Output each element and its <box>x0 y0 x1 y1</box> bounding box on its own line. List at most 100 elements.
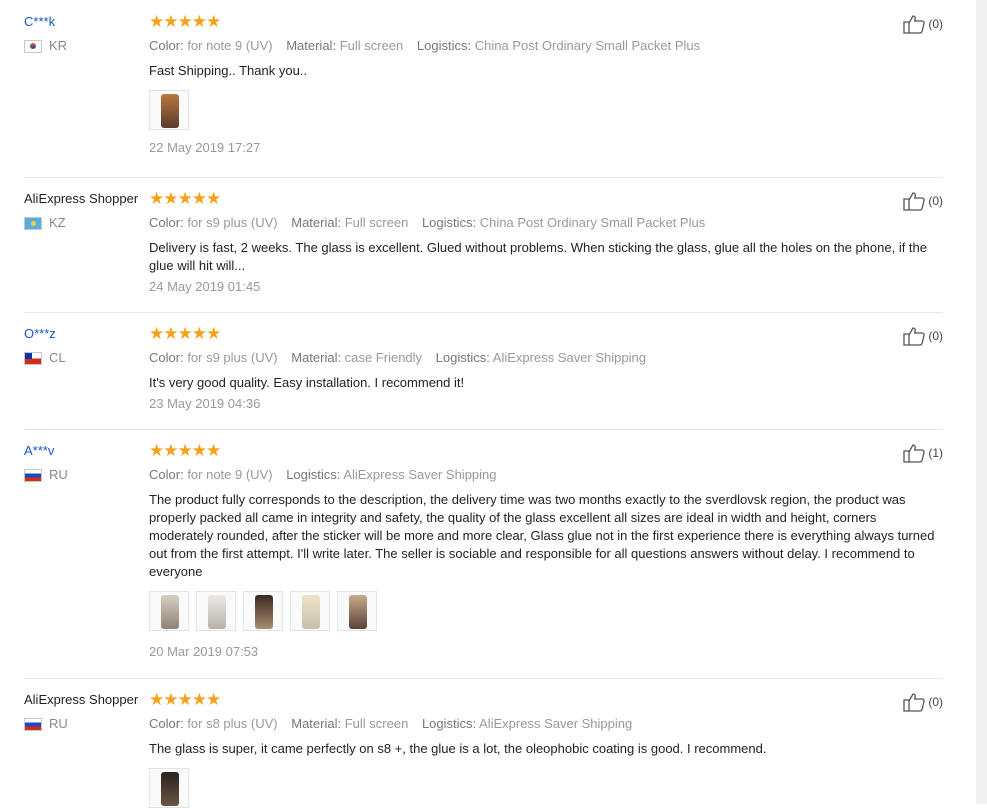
star-icon: ★ <box>149 324 164 343</box>
star-icon: ★ <box>163 189 178 208</box>
star-icon: ★ <box>191 690 207 709</box>
review-item: O***z CL ★ ★ ★ ★ ★ Color: for s9 plus (UV) M… <box>24 324 943 430</box>
review-attributes: Color: for note 9 (UV) Material: Full sc… <box>149 38 939 54</box>
review-item: A***v RU ★ ★ ★ ★ ★ Color: for note 9 (UV) Lo… <box>24 441 943 679</box>
review-attributes: Color: for s9 plus (UV) Material: Full s… <box>149 215 939 231</box>
like-count: (0) <box>928 194 943 208</box>
logistics-value: China Post Ordinary Small Packet Plus <box>479 215 706 230</box>
material-value: case Friendly <box>344 350 423 365</box>
reviewer-info: C***k KR <box>24 14 149 53</box>
star-icon: ★ <box>177 690 193 709</box>
reviewer-name: A***v <box>24 443 55 458</box>
reviewer-info: AliExpress Shopper RU <box>24 692 149 731</box>
star-rating: ★ ★ ★ ★ ★ <box>149 441 939 460</box>
material-label: Material: <box>291 215 342 230</box>
color-value: for s8 plus (UV) <box>187 716 278 731</box>
flag-icon <box>24 717 42 731</box>
star-icon: ★ <box>163 441 178 460</box>
reviewer-country: RU <box>24 468 149 482</box>
color-value: for note 9 (UV) <box>187 38 273 53</box>
color-value: for s9 plus (UV) <box>187 350 278 365</box>
flag-icon <box>24 468 42 482</box>
like-count: (0) <box>928 329 943 343</box>
star-icon: ★ <box>191 441 207 460</box>
star-icon: ★ <box>206 12 221 31</box>
flag-icon <box>24 351 42 365</box>
scrollbar[interactable] <box>976 0 987 804</box>
reviewer-name: C***k <box>24 14 56 29</box>
review-date: 24 May 2019 01:45 <box>149 279 261 294</box>
review-text: The glass is super, it came perfectly on… <box>149 741 767 756</box>
star-icon: ★ <box>177 12 193 31</box>
review-item: AliExpress Shopper KZ ★ ★ ★ ★ ★ Color: for s… <box>24 189 943 313</box>
like-count: (0) <box>928 17 943 31</box>
review-date: 22 May 2019 17:27 <box>149 140 261 155</box>
review-text: Delivery is fast, 2 weeks. The glass is … <box>149 240 928 273</box>
reviewer-country: KR <box>24 39 149 53</box>
review-photo-thumbnail[interactable] <box>149 768 189 808</box>
review-photo-thumbnail[interactable] <box>149 591 189 631</box>
logistics-label: Logistics: <box>416 38 472 53</box>
star-icon: ★ <box>206 189 221 208</box>
logistics-label: Logistics: <box>421 215 477 230</box>
country-code: RU <box>49 716 68 731</box>
review-body: ★ ★ ★ ★ ★ Color: for note 9 (UV) Material: F… <box>149 12 939 156</box>
country-code: KR <box>49 38 68 53</box>
like-count: (1) <box>928 446 943 460</box>
star-icon: ★ <box>149 441 164 460</box>
material-value: Full screen <box>339 38 404 53</box>
country-code: KZ <box>49 215 66 230</box>
color-label: Color: <box>149 350 184 365</box>
review-photo-thumbnail[interactable] <box>149 90 189 130</box>
star-rating: ★ ★ ★ ★ ★ <box>149 324 939 343</box>
star-rating: ★ ★ ★ ★ ★ <box>149 189 939 208</box>
star-rating: ★ ★ ★ ★ ★ <box>149 690 939 709</box>
star-icon: ★ <box>177 189 193 208</box>
review-body: ★ ★ ★ ★ ★ Color: for s8 plus (UV) Material: … <box>149 690 939 808</box>
material-label: Material: <box>286 38 337 53</box>
like-button[interactable]: (0) <box>902 14 943 34</box>
review-attributes: Color: for note 9 (UV) Logistics: AliExp… <box>149 467 939 483</box>
like-button[interactable]: (0) <box>902 692 943 712</box>
review-photo-thumbnail[interactable] <box>337 591 377 631</box>
review-item: C***k KR ★ ★ ★ ★ ★ Color: for note 9 (UV) Ma… <box>24 12 943 178</box>
flag-icon <box>24 39 42 53</box>
logistics-value: AliExpress Saver Shipping <box>479 716 633 731</box>
star-icon: ★ <box>191 324 207 343</box>
star-icon: ★ <box>191 189 207 208</box>
like-button[interactable]: (0) <box>902 191 943 211</box>
logistics-value: AliExpress Saver Shipping <box>492 350 646 365</box>
reviewer-name: AliExpress Shopper <box>24 191 139 206</box>
review-text: Fast Shipping.. Thank you.. <box>149 63 308 78</box>
like-button[interactable]: (0) <box>902 326 943 346</box>
star-icon: ★ <box>163 324 178 343</box>
review-body: ★ ★ ★ ★ ★ Color: for note 9 (UV) Logistics: … <box>149 441 939 660</box>
color-label: Color: <box>149 716 184 731</box>
review-photo-thumbnail[interactable] <box>196 591 236 631</box>
review-body: ★ ★ ★ ★ ★ Color: for s9 plus (UV) Material: … <box>149 189 939 295</box>
country-code: CL <box>49 350 66 365</box>
reviewer-country: CL <box>24 351 149 365</box>
like-button[interactable]: (1) <box>902 443 943 463</box>
logistics-label: Logistics: <box>286 467 341 482</box>
review-body: ★ ★ ★ ★ ★ Color: for s9 plus (UV) Material: … <box>149 324 939 412</box>
reviewer-name: AliExpress Shopper <box>24 692 139 707</box>
review-photos <box>149 591 939 631</box>
star-icon: ★ <box>149 12 164 31</box>
material-value: Full screen <box>344 215 409 230</box>
material-label: Material: <box>291 716 342 731</box>
review-photo-thumbnail[interactable] <box>243 591 283 631</box>
reviewer-info: AliExpress Shopper KZ <box>24 191 149 230</box>
review-photo-thumbnail[interactable] <box>290 591 330 631</box>
thumbs-up-icon <box>903 444 926 463</box>
star-icon: ★ <box>149 690 164 709</box>
star-icon: ★ <box>163 690 178 709</box>
star-icon: ★ <box>206 690 221 709</box>
logistics-value: China Post Ordinary Small Packet Plus <box>474 38 701 53</box>
reviewer-info: A***v RU <box>24 443 149 482</box>
star-icon: ★ <box>206 324 221 343</box>
color-label: Color: <box>149 38 184 53</box>
thumbs-up-icon <box>903 15 926 34</box>
review-attributes: Color: for s8 plus (UV) Material: Full s… <box>149 716 939 732</box>
star-icon: ★ <box>163 12 178 31</box>
